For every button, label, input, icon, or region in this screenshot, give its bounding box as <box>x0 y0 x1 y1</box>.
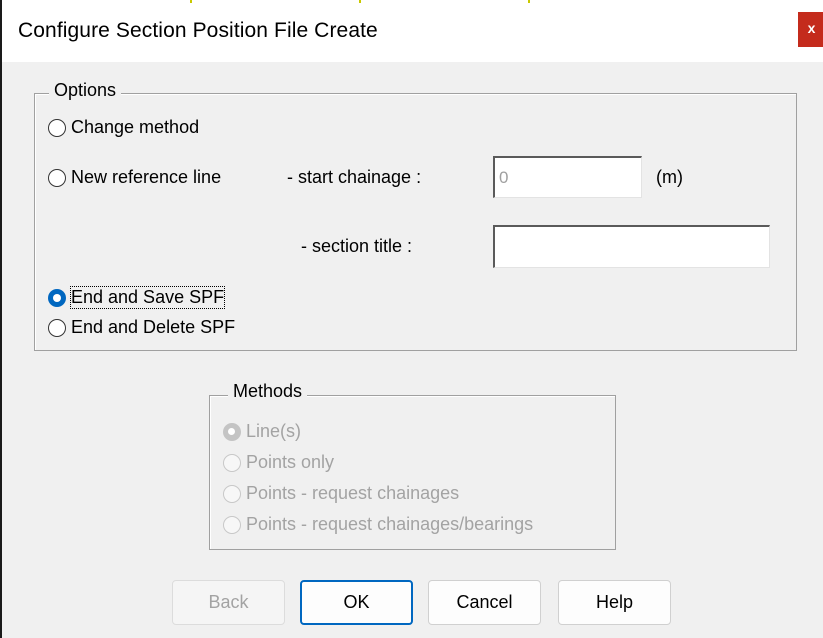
start-chainage-input[interactable] <box>493 156 642 198</box>
back-button[interactable]: Back <box>172 580 285 625</box>
radio-label: End and Delete SPF <box>71 317 236 337</box>
background-marker <box>359 0 361 3</box>
radio-end-and-delete-spf[interactable]: End and Delete SPF <box>48 317 235 338</box>
radio-button-icon <box>48 118 66 137</box>
options-legend: Options <box>49 79 122 101</box>
radio-end-and-save-spf[interactable]: End and Save SPF <box>48 286 226 309</box>
help-button[interactable]: Help <box>558 580 671 625</box>
radio-label: Change method <box>71 117 200 137</box>
title-bar[interactable]: Configure Section Position File Create x <box>2 0 823 62</box>
radio-button-icon <box>223 422 241 441</box>
window-title: Configure Section Position File Create <box>18 19 378 42</box>
background-marker <box>528 0 530 3</box>
section-title-label: - section title : <box>301 236 413 256</box>
start-chainage-label: - start chainage : <box>287 167 422 187</box>
methods-legend: Methods <box>228 380 308 402</box>
radio-button-icon <box>223 515 241 534</box>
cancel-button[interactable]: Cancel <box>428 580 541 625</box>
close-icon: x <box>807 20 816 36</box>
radio-button-icon <box>223 484 241 503</box>
close-button[interactable]: x <box>798 12 823 47</box>
section-title-input[interactable] <box>493 225 770 268</box>
radio-label: Points - request chainages/bearings <box>246 514 534 534</box>
ok-button[interactable]: OK <box>300 580 413 625</box>
radio-button-icon <box>48 288 66 307</box>
radio-label: Line(s) <box>246 421 302 441</box>
radio-lines[interactable]: Line(s) <box>223 421 301 442</box>
radio-points-request-chainages-bearings[interactable]: Points - request chainages/bearings <box>223 514 533 535</box>
radio-change-method[interactable]: Change method <box>48 117 199 138</box>
radio-points-request-chainages[interactable]: Points - request chainages <box>223 483 459 504</box>
radio-label: Points only <box>246 452 335 472</box>
radio-label: Points - request chainages <box>246 483 460 503</box>
radio-button-icon <box>223 453 241 472</box>
radio-label: End and Save SPF <box>69 286 226 309</box>
radio-points-only[interactable]: Points only <box>223 452 334 473</box>
background-marker <box>190 0 192 3</box>
dialog-window: Configure Section Position File Create x… <box>0 0 823 638</box>
radio-label: New reference line <box>71 167 222 187</box>
radio-button-icon <box>48 168 66 187</box>
radio-new-reference-line[interactable]: New reference line <box>48 167 221 188</box>
radio-button-icon <box>48 318 66 337</box>
start-chainage-unit: (m) <box>656 167 683 187</box>
